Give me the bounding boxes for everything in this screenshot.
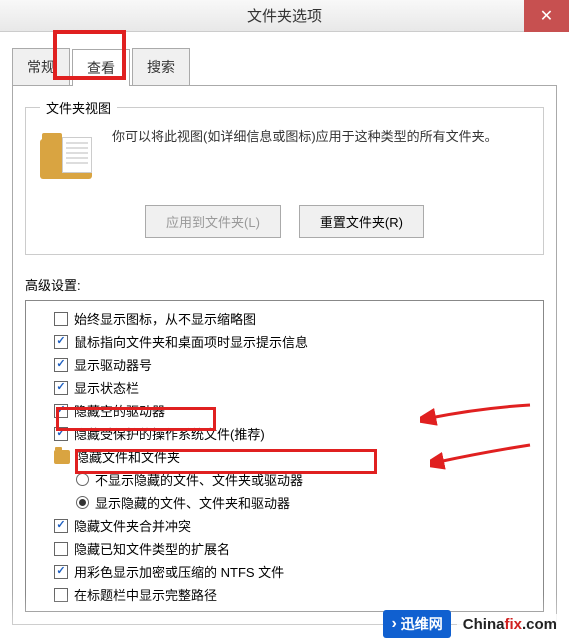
item-label: 鼠标指向文件夹和桌面项时显示提示信息 bbox=[74, 332, 308, 351]
watermark: › 迅维网 Chinafix.com bbox=[383, 610, 563, 638]
advanced-settings-label: 高级设置: bbox=[25, 275, 544, 294]
list-item[interactable]: 显示状态栏 bbox=[28, 376, 541, 399]
folder-view-fieldset: 文件夹视图 你可以将此视图(如详细信息或图标)应用于这种类型的所有文件夹。 应用… bbox=[25, 98, 544, 255]
watermark-badge-text: 迅维网 bbox=[401, 614, 443, 634]
radio-icon[interactable] bbox=[76, 496, 89, 509]
item-label: 显示驱动器号 bbox=[74, 355, 152, 374]
content-area: 常规 查看 搜索 文件夹视图 你可以将此视图(如详细信息或图标)应用于这种类型的… bbox=[0, 32, 569, 633]
tab-search[interactable]: 搜索 bbox=[132, 48, 190, 85]
watermark-url: Chinafix.com bbox=[457, 614, 563, 635]
fieldset-description: 你可以将此视图(如详细信息或图标)应用于这种类型的所有文件夹。 bbox=[112, 127, 529, 191]
tab-panel: 文件夹视图 你可以将此视图(如详细信息或图标)应用于这种类型的所有文件夹。 应用… bbox=[12, 86, 557, 625]
checkbox-icon[interactable] bbox=[54, 611, 68, 613]
item-label: 在单独的进程中打开文件夹窗口 bbox=[74, 608, 256, 612]
apply-to-folders-button: 应用到文件夹(L) bbox=[145, 205, 281, 238]
item-label: 不显示隐藏的文件、文件夹或驱动器 bbox=[95, 470, 303, 489]
reset-folders-button[interactable]: 重置文件夹(R) bbox=[299, 205, 424, 238]
checkbox-icon[interactable] bbox=[54, 427, 68, 441]
item-label: 隐藏已知文件类型的扩展名 bbox=[74, 539, 230, 558]
checkbox-icon[interactable] bbox=[54, 588, 68, 602]
tab-general[interactable]: 常规 bbox=[12, 48, 70, 85]
watermark-badge: › 迅维网 bbox=[383, 610, 450, 638]
checkbox-icon[interactable] bbox=[54, 404, 68, 418]
list-item[interactable]: 隐藏已知文件类型的扩展名 bbox=[28, 537, 541, 560]
list-item[interactable]: 鼠标指向文件夹和桌面项时显示提示信息 bbox=[28, 330, 541, 353]
list-item[interactable]: 隐藏文件夹合并冲突 bbox=[28, 514, 541, 537]
checkbox-icon[interactable] bbox=[54, 565, 68, 579]
folder-icon bbox=[54, 450, 70, 464]
list-item[interactable]: 隐藏空的驱动器 bbox=[28, 399, 541, 422]
close-icon: ✕ bbox=[540, 6, 553, 26]
item-label: 始终显示图标，从不显示缩略图 bbox=[74, 309, 256, 328]
tab-view[interactable]: 查看 bbox=[72, 49, 130, 86]
radio-option-show[interactable]: 显示隐藏的文件、文件夹和驱动器 bbox=[28, 491, 541, 514]
radio-icon[interactable] bbox=[76, 473, 89, 486]
titlebar: 文件夹选项 ✕ bbox=[0, 0, 569, 32]
radio-option-hide[interactable]: 不显示隐藏的文件、文件夹或驱动器 bbox=[28, 468, 541, 491]
list-item[interactable]: 在标题栏中显示完整路径 bbox=[28, 583, 541, 606]
tab-strip: 常规 查看 搜索 bbox=[12, 48, 557, 86]
advanced-settings-list[interactable]: 始终显示图标，从不显示缩略图 鼠标指向文件夹和桌面项时显示提示信息 显示驱动器号… bbox=[25, 300, 544, 612]
checkbox-icon[interactable] bbox=[54, 381, 68, 395]
item-label: 显示隐藏的文件、文件夹和驱动器 bbox=[95, 493, 290, 512]
item-label: 显示状态栏 bbox=[74, 378, 139, 397]
fieldset-legend: 文件夹视图 bbox=[40, 98, 117, 117]
checkbox-icon[interactable] bbox=[54, 358, 68, 372]
window-title: 文件夹选项 bbox=[247, 5, 322, 26]
item-label: 用彩色显示加密或压缩的 NTFS 文件 bbox=[74, 562, 284, 581]
item-label: 在标题栏中显示完整路径 bbox=[74, 585, 217, 604]
checkbox-icon[interactable] bbox=[54, 519, 68, 533]
item-label: 隐藏文件夹合并冲突 bbox=[74, 516, 191, 535]
checkbox-icon[interactable] bbox=[54, 312, 68, 326]
list-item[interactable]: 显示驱动器号 bbox=[28, 353, 541, 376]
chevron-right-icon: › bbox=[391, 615, 396, 633]
checkbox-icon[interactable] bbox=[54, 335, 68, 349]
group-label: 隐藏文件和文件夹 bbox=[76, 447, 180, 466]
checkbox-icon[interactable] bbox=[54, 542, 68, 556]
list-item[interactable]: 隐藏受保护的操作系统文件(推荐) bbox=[28, 422, 541, 445]
item-label: 隐藏受保护的操作系统文件(推荐) bbox=[74, 424, 265, 443]
item-label: 隐藏空的驱动器 bbox=[74, 401, 165, 420]
close-button[interactable]: ✕ bbox=[524, 0, 569, 32]
folder-icon bbox=[40, 131, 100, 191]
list-item[interactable]: 始终显示图标，从不显示缩略图 bbox=[28, 307, 541, 330]
list-item[interactable]: 用彩色显示加密或压缩的 NTFS 文件 bbox=[28, 560, 541, 583]
group-hidden-files: 隐藏文件和文件夹 bbox=[28, 445, 541, 468]
